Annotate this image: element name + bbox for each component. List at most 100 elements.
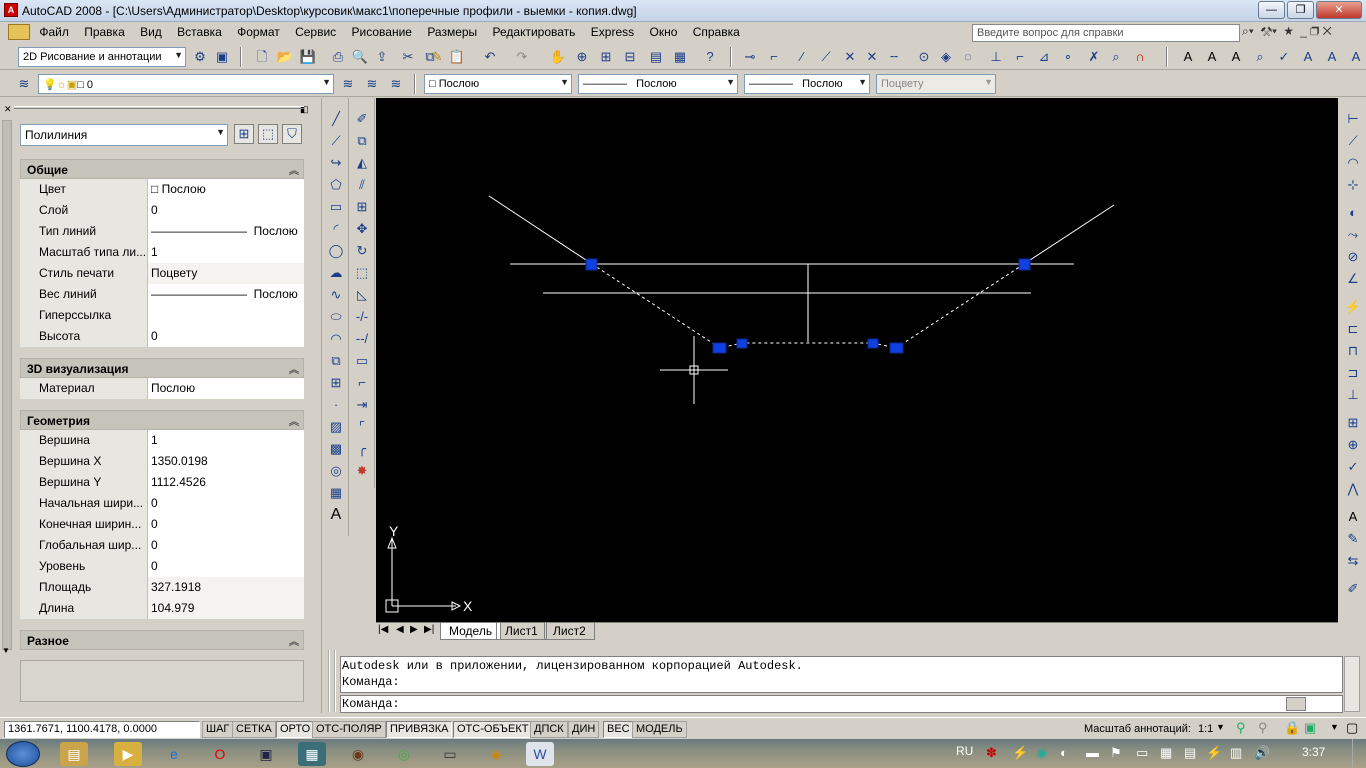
preview-icon[interactable]: 🔍	[350, 47, 370, 67]
snap-settings-icon[interactable]: ⌕	[1106, 47, 1126, 67]
spell-icon[interactable]: ✓	[1274, 47, 1294, 67]
tab-layout2[interactable]: Лист2	[544, 623, 595, 640]
plotstyle-combo[interactable]: Поцвету ▼	[876, 74, 996, 94]
communication-icon[interactable]: ⚒▾	[1260, 24, 1277, 38]
break-at-point-icon[interactable]: ▭	[351, 350, 373, 372]
volume-icon[interactable]: 🔊	[1254, 745, 1270, 761]
property-row[interactable]: Стиль печати Поцвету	[20, 263, 304, 284]
chamfer-icon[interactable]: ⌜	[351, 416, 373, 438]
autocad-app-icon[interactable]: A	[4, 3, 18, 17]
workspace-combo[interactable]: 2D Рисование и аннотации ▼	[18, 47, 186, 67]
text-style-icon[interactable]: A	[1298, 47, 1318, 67]
new-icon[interactable]: 🗋	[252, 47, 272, 67]
clock[interactable]: 3:37	[1302, 745, 1325, 759]
rotate-icon[interactable]: ↻	[351, 240, 373, 262]
dim-center-icon[interactable]: ⊙	[914, 47, 934, 67]
dim-jogged-icon[interactable]: ⤳	[1342, 224, 1364, 246]
mirror-icon[interactable]: ◭	[351, 152, 373, 174]
menu-file[interactable]: Файл	[33, 22, 75, 39]
annotation-scale-dropdown-icon[interactable]: ▼	[1216, 722, 1225, 732]
property-row[interactable]: Глобальная шир... 0	[20, 535, 304, 556]
ortho-button[interactable]: ОРТО	[276, 721, 315, 738]
maximize-button[interactable]: ❐	[1287, 1, 1314, 19]
layer-previous-icon[interactable]: ≋	[362, 74, 382, 94]
favorites-icon[interactable]: ★	[1284, 24, 1294, 38]
menu-window[interactable]: Окно	[643, 22, 683, 39]
scale-icon[interactable]: ⬚	[351, 262, 373, 284]
extend-icon[interactable]: --/	[351, 328, 373, 350]
doc-restore-icon[interactable]: ❐	[1310, 24, 1319, 38]
workspace-save-icon[interactable]: ▣	[212, 47, 232, 67]
start-button[interactable]	[6, 741, 40, 767]
collapse-icon[interactable]: ︽	[289, 413, 299, 428]
matchprop-icon[interactable]: ✎	[427, 47, 447, 67]
dim-radius-icon[interactable]: ✕	[840, 47, 860, 67]
tray-icon[interactable]: ◉	[1036, 745, 1047, 761]
calculator-icon[interactable]: ▦	[670, 47, 690, 67]
lock-icon[interactable]: 🔒	[1284, 720, 1300, 736]
property-row[interactable]: Тип линий ———————— Послою	[20, 221, 304, 242]
tray-icon[interactable]: ▬	[1086, 745, 1099, 760]
dim-continue-icon[interactable]: ◌	[958, 47, 978, 67]
grip[interactable]	[712, 342, 727, 354]
fillet-icon[interactable]: ╭	[351, 438, 373, 460]
dim-break-icon[interactable]: ⊥	[1342, 384, 1364, 406]
snap-none-icon[interactable]: ✗	[1084, 47, 1104, 67]
line-icon[interactable]: ╱	[325, 108, 347, 130]
dim-angular-v-icon[interactable]: ∠	[1342, 268, 1364, 290]
spline-icon[interactable]: ∿	[325, 284, 347, 306]
cut-icon[interactable]: ✂	[398, 47, 418, 67]
autocad-taskbar-icon[interactable]: ▦	[298, 742, 326, 766]
dim-style-icon[interactable]: ✐	[1342, 578, 1364, 600]
dim-angular-icon[interactable]: ╌	[884, 47, 904, 67]
menu-insert[interactable]: Вставка	[171, 22, 228, 39]
color-combo[interactable]: □ Послою ▼	[424, 74, 572, 94]
collapse-icon[interactable]: ︽	[289, 633, 299, 648]
language-indicator[interactable]: RU	[956, 744, 973, 758]
grip[interactable]	[736, 338, 748, 349]
tray-icon[interactable]: ⚡	[1012, 745, 1028, 761]
tab-last-icon[interactable]: ▶|	[424, 624, 434, 635]
property-row[interactable]: Вес линий ———————— Послою	[20, 284, 304, 305]
collapse-icon[interactable]: ︽	[289, 162, 299, 177]
polyline-icon[interactable]: ↪	[325, 152, 347, 174]
explode-icon[interactable]: ✸	[351, 460, 373, 482]
game-taskbar-icon[interactable]: ◉	[344, 742, 372, 766]
text-edit-icon[interactable]: A	[1226, 47, 1246, 67]
ellipse-icon[interactable]: ⬭	[325, 306, 347, 328]
property-row[interactable]: Цвет □ Послою	[20, 179, 304, 200]
object-type-combo[interactable]: Полилиния ▼	[20, 124, 228, 146]
grip[interactable]	[867, 338, 879, 349]
quick-select-icon[interactable]: ⛉	[282, 124, 302, 144]
dim-aligned-v-icon[interactable]: ⟋	[1342, 130, 1364, 152]
drawing-canvas[interactable]: X Y	[376, 98, 1338, 622]
print-icon[interactable]: ⎙	[328, 47, 348, 67]
polygon-icon[interactable]: ⬠	[325, 174, 347, 196]
insert-block-icon[interactable]: ⧉	[325, 350, 347, 372]
snap-button[interactable]: ШАГ	[202, 721, 234, 738]
trim-icon[interactable]: -/-	[351, 306, 373, 328]
erase-icon[interactable]: ✐	[351, 108, 373, 130]
menu-dimension[interactable]: Размеры	[421, 22, 483, 39]
dim-ordinate-icon[interactable]: ⟋	[816, 47, 836, 67]
lineweight-combo[interactable]: ———— Послою ▼	[744, 74, 870, 94]
paste-icon[interactable]: 📋	[447, 47, 467, 67]
dim-continue-v-icon[interactable]: ⊓	[1342, 340, 1364, 362]
dim-diameter-v-icon[interactable]: ⊘	[1342, 246, 1364, 268]
annotation-scale-value[interactable]: 1:1	[1198, 723, 1213, 735]
gradient-icon[interactable]: ▩	[325, 438, 347, 460]
undo-icon[interactable]: ↶	[480, 47, 500, 67]
break-icon[interactable]: ⌐	[351, 372, 373, 394]
grip[interactable]	[889, 342, 904, 354]
model-button[interactable]: МОДЕЛЬ	[632, 721, 687, 738]
tab-prev-icon[interactable]: ◀	[396, 624, 404, 635]
network-icon[interactable]: ▥	[1230, 745, 1242, 761]
dim-baseline-icon[interactable]: ⊥	[986, 47, 1006, 67]
command-scrollbar[interactable]	[1344, 656, 1360, 712]
search-icon[interactable]: ⌕▾	[1242, 24, 1254, 38]
media-taskbar-icon[interactable]: ▶	[114, 742, 142, 766]
scale-text-icon[interactable]: A	[1322, 47, 1342, 67]
dim-baseline-v-icon[interactable]: ⊏	[1342, 318, 1364, 340]
mtext-icon[interactable]: A	[1202, 47, 1222, 67]
toggle-pickadd-icon[interactable]: ⊞	[234, 124, 254, 144]
